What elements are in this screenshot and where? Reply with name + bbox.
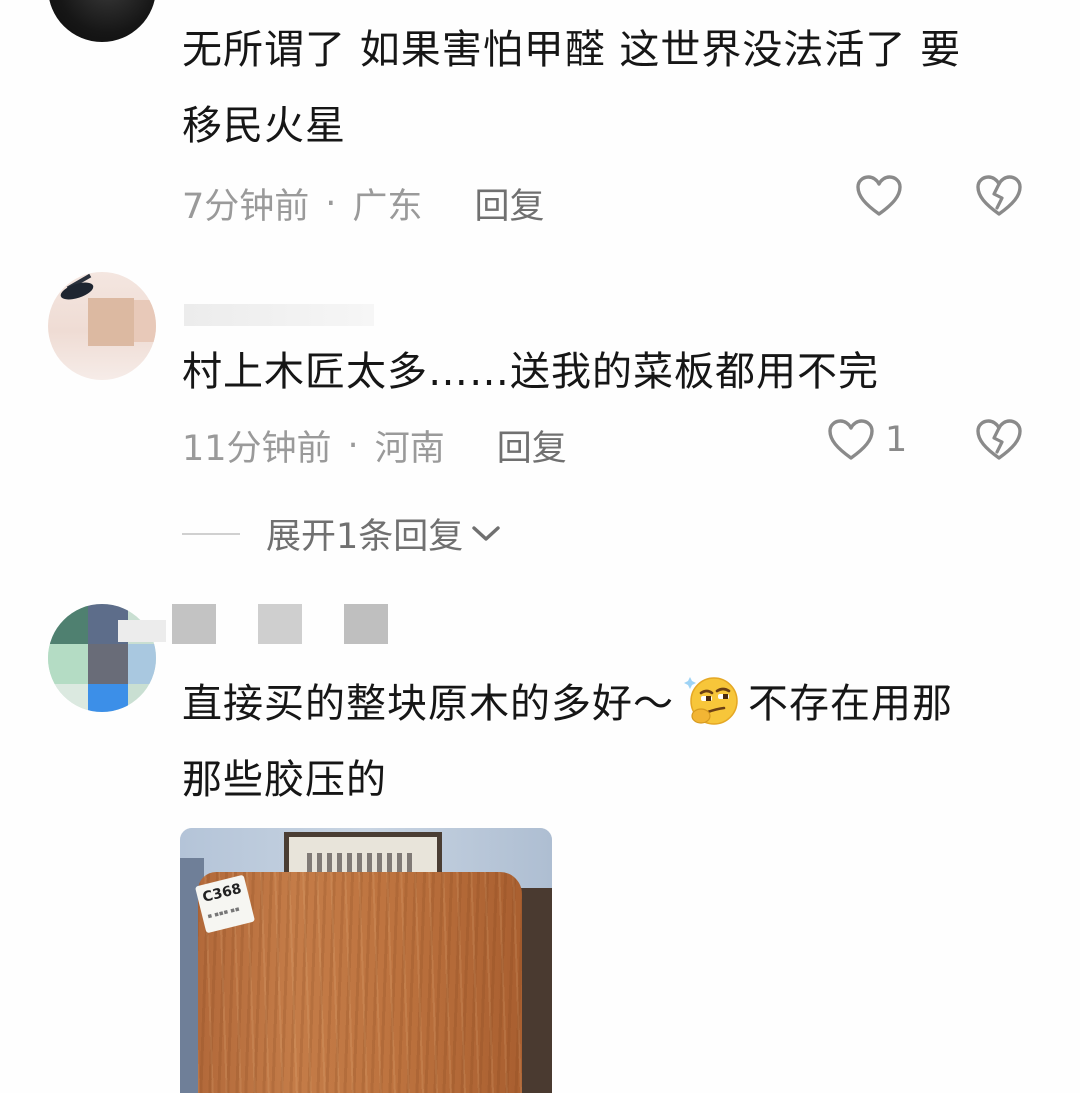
- comment-image[interactable]: C368 ▪ ▪▪▪ ▪▪: [180, 828, 552, 1093]
- comment-text: 无所谓了 如果害怕甲醛 这世界没法活了 要 移民火星: [182, 12, 961, 164]
- thinking-smirk-emoji-icon: [682, 675, 740, 727]
- comment-location: 河南: [374, 429, 445, 469]
- comment-text-line: 直接买的整块原木的多好～ 不存在用那: [182, 666, 953, 742]
- like-count: 1: [885, 420, 908, 460]
- broken-heart-icon[interactable]: [975, 174, 1023, 218]
- comment-list: 无所谓了 如果害怕甲醛 这世界没法活了 要 移民火星 7分钟前 · 广东 回复: [0, 0, 1080, 1093]
- avatar[interactable]: [48, 272, 156, 380]
- expand-replies-button[interactable]: 展开1条回复: [182, 508, 501, 559]
- comment-text-line: 村上木匠太多……送我的菜板都用不完: [182, 349, 879, 395]
- avatar[interactable]: [48, 0, 156, 42]
- comment-text-segment: 直接买的整块原木的多好～: [182, 681, 674, 727]
- comment-time: 7分钟前: [182, 187, 310, 227]
- broken-heart-icon[interactable]: [975, 418, 1023, 462]
- comment-text-segment: 不存在用那: [748, 681, 953, 727]
- comment-meta: 7分钟前 · 广东 回复: [182, 178, 544, 229]
- divider: [182, 532, 240, 535]
- comment-text-line: 移民火星: [182, 103, 346, 149]
- like-button[interactable]: 1: [827, 418, 907, 462]
- username-blurred[interactable]: [184, 304, 374, 326]
- reply-button[interactable]: 回复: [497, 420, 567, 471]
- chevron-down-icon: [472, 525, 500, 541]
- expand-replies-label: 展开1条回复: [266, 517, 464, 557]
- meta-separator: ·: [325, 183, 337, 224]
- comment-text-line: 无所谓了 如果害怕甲醛 这世界没法活了 要: [182, 27, 962, 73]
- comment-text-line: 那些胶压的: [182, 757, 387, 803]
- comment-time: 11分钟前: [182, 429, 332, 469]
- like-button[interactable]: [855, 174, 903, 218]
- comment-text: 村上木匠太多……送我的菜板都用不完: [182, 334, 879, 410]
- heart-icon: [828, 419, 874, 460]
- meta-separator: ·: [347, 425, 359, 466]
- reply-button[interactable]: 回复: [474, 178, 544, 229]
- comment-meta: 11分钟前 · 河南 回复: [182, 420, 567, 471]
- comment-location: 广东: [352, 187, 423, 227]
- comment-text: 直接买的整块原木的多好～ 不存在用那 那些胶压的: [182, 666, 953, 818]
- heart-icon: [856, 175, 902, 216]
